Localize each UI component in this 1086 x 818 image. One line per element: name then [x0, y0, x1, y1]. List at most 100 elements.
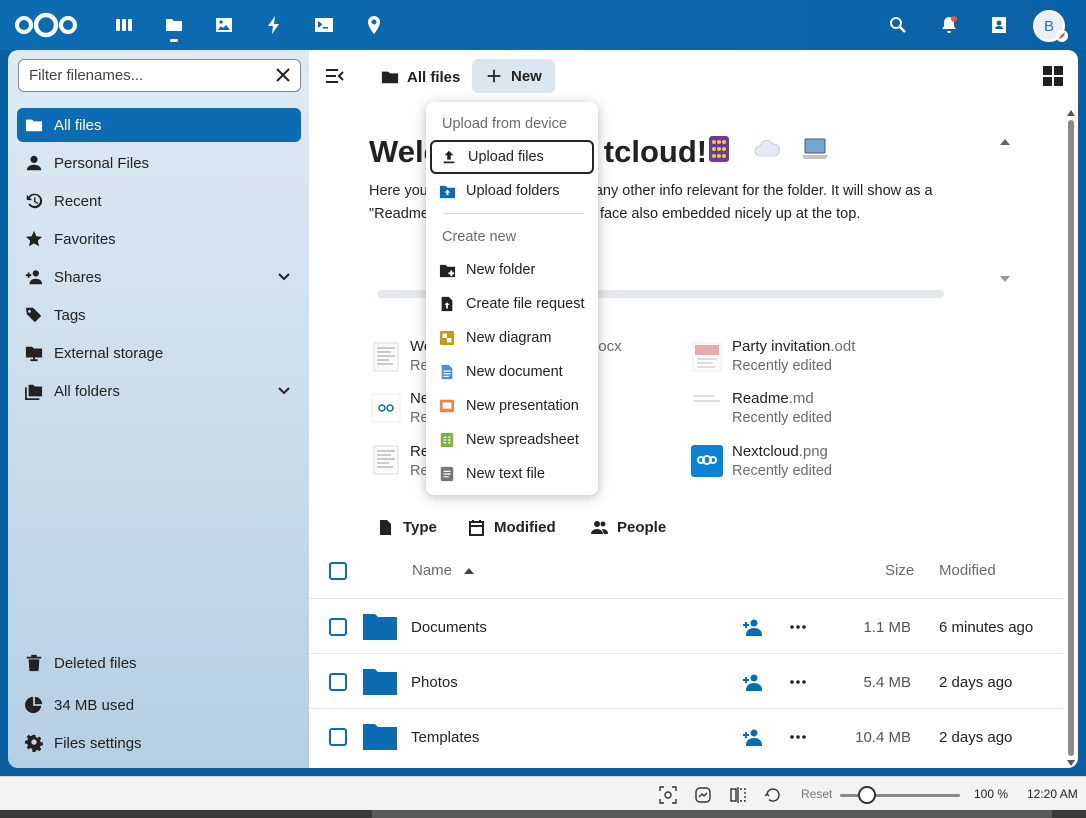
vertical-scrollbar[interactable]: [1065, 108, 1077, 768]
filter-type[interactable]: Type: [377, 516, 437, 538]
recent-file-readme[interactable]: Readme.md Recently edited: [732, 390, 832, 426]
filter-filenames-input[interactable]: Filter filenames...: [18, 59, 301, 92]
recent-file-ext: .odt: [830, 338, 856, 355]
terminal-icon[interactable]: [311, 12, 337, 38]
menu-item-new-spreadsheet[interactable]: New spreadsheet: [430, 423, 594, 457]
breadcrumb-all-files[interactable]: All files: [381, 61, 460, 93]
recent-file-party-invitation[interactable]: Party invitation.odt Recently edited: [732, 338, 855, 374]
menu-item-new-text-file[interactable]: New text file: [430, 457, 594, 491]
bottom-strip: [0, 810, 1086, 818]
menu-item-new-folder[interactable]: New folder: [430, 253, 594, 287]
filter-modified[interactable]: Modified: [468, 516, 556, 538]
readme-title-end: tcloud!: [603, 134, 708, 169]
laptop-emoji-icon: [802, 138, 828, 159]
recent-file-ext: .md: [788, 390, 814, 407]
menu-section-upload: Upload from device: [442, 116, 567, 132]
sidebar-item-external-storage[interactable]: External storage: [17, 336, 301, 370]
recent-file-nextcloud-png[interactable]: Nextcloud.png Recently edited: [732, 443, 832, 479]
maps-icon[interactable]: [361, 12, 387, 38]
row-checkbox[interactable]: [329, 618, 347, 636]
more-actions-icon[interactable]: [790, 674, 806, 690]
file-size: 1.1 MB: [863, 619, 911, 636]
zoom-slider-handle[interactable]: [858, 786, 876, 804]
share-user-icon[interactable]: [742, 672, 762, 692]
recent-file-name: Readme: [732, 390, 789, 407]
chevron-down-icon[interactable]: [277, 270, 291, 284]
sidebar-item-all-folders[interactable]: All folders: [17, 374, 301, 408]
chevron-down-icon[interactable]: [277, 384, 291, 398]
scroll-down-arrow-icon[interactable]: [999, 275, 1011, 283]
plus-icon: [487, 69, 501, 83]
clock-time: 12:20 AM: [1027, 787, 1078, 801]
settings-label: Files settings: [54, 734, 142, 752]
compare-icon[interactable]: [729, 786, 747, 804]
contacts-icon[interactable]: [986, 12, 1012, 38]
column-header-size[interactable]: Size: [885, 562, 914, 579]
readme-line1-end: any other info relevant for the folder. …: [594, 183, 933, 199]
notifications-icon[interactable]: [936, 12, 962, 38]
share-user-icon[interactable]: [742, 727, 762, 747]
column-header-modified[interactable]: Modified: [939, 562, 996, 579]
photos-icon[interactable]: [211, 12, 237, 38]
menu-item-create-file-request[interactable]: Create file request: [430, 287, 594, 321]
fit-page-icon[interactable]: [694, 786, 712, 804]
sidebar-item-personal-files[interactable]: Personal Files: [17, 146, 301, 180]
storage-quota[interactable]: 34 MB used: [17, 688, 301, 722]
more-actions-icon[interactable]: [790, 619, 806, 635]
nextcloud-png-thumbnail-icon: [691, 445, 723, 477]
sidebar-item-tags[interactable]: Tags: [17, 298, 301, 332]
sidebar-item-favorites[interactable]: Favorites: [17, 222, 301, 256]
share-user-icon[interactable]: [742, 617, 762, 637]
menu-item-new-diagram[interactable]: New diagram: [430, 321, 594, 355]
dashboard-icon[interactable]: [111, 12, 137, 38]
reset-zoom-button[interactable]: Reset: [801, 787, 832, 801]
column-header-name[interactable]: Name: [412, 562, 475, 579]
file-name[interactable]: Templates: [411, 729, 479, 746]
file-request-icon: [438, 295, 456, 313]
star-icon: [24, 229, 44, 249]
deleted-files-label: Deleted files: [54, 654, 137, 672]
file-size: 10.4 MB: [855, 729, 911, 746]
screenshot-icon[interactable]: [659, 786, 677, 804]
readme-thumbnail-icon: [694, 395, 720, 402]
new-button[interactable]: New: [472, 59, 555, 93]
recent-file-name: Nextcloud: [732, 443, 799, 460]
grid-view-icon[interactable]: [1042, 65, 1064, 87]
spreadsheet-icon: [438, 431, 456, 449]
filter-people[interactable]: People: [591, 516, 666, 538]
scroll-up-arrow-icon[interactable]: [999, 138, 1011, 146]
column-size-label: Size: [885, 562, 915, 579]
recent-file-name: Party invitation: [732, 338, 831, 355]
file-name[interactable]: Photos: [411, 674, 458, 691]
filter-type-label: Type: [403, 518, 437, 536]
row-divider: [309, 653, 1063, 654]
folder-icon: [381, 71, 399, 84]
sidebar-item-recent[interactable]: Recent: [17, 184, 301, 218]
sidebar-item-shares[interactable]: Shares: [17, 260, 301, 294]
search-icon[interactable]: [885, 12, 911, 38]
pie-chart-icon: [24, 695, 44, 715]
history-icon: [24, 191, 44, 211]
menu-item-upload-folders[interactable]: Upload folders: [430, 174, 594, 208]
clear-filter-icon[interactable]: [274, 66, 292, 84]
nextcloud-logo[interactable]: [14, 12, 78, 38]
row-checkbox[interactable]: [329, 673, 347, 691]
menu-item-new-document[interactable]: New document: [430, 355, 594, 389]
upload-folder-icon: [438, 182, 456, 200]
menu-item-upload-files[interactable]: Upload files: [430, 140, 594, 174]
files-icon[interactable]: [161, 12, 187, 42]
menu-item-new-presentation[interactable]: New presentation: [430, 389, 594, 423]
more-actions-icon[interactable]: [790, 729, 806, 745]
sidebar-item-deleted-files[interactable]: Deleted files: [17, 646, 301, 680]
sidebar-item-files-settings[interactable]: Files settings: [17, 726, 301, 760]
sidebar-item-all-files[interactable]: All files: [17, 108, 301, 142]
folder-icon: [363, 724, 397, 750]
row-checkbox[interactable]: [329, 728, 347, 746]
column-name-label: Name: [412, 562, 453, 579]
document-thumbnail-icon: [373, 342, 399, 372]
collapse-sidebar-icon[interactable]: [325, 67, 345, 85]
select-all-checkbox[interactable]: [329, 562, 347, 580]
activity-icon[interactable]: [261, 12, 287, 38]
file-name[interactable]: Documents: [411, 619, 487, 636]
rotate-icon[interactable]: [764, 786, 782, 804]
